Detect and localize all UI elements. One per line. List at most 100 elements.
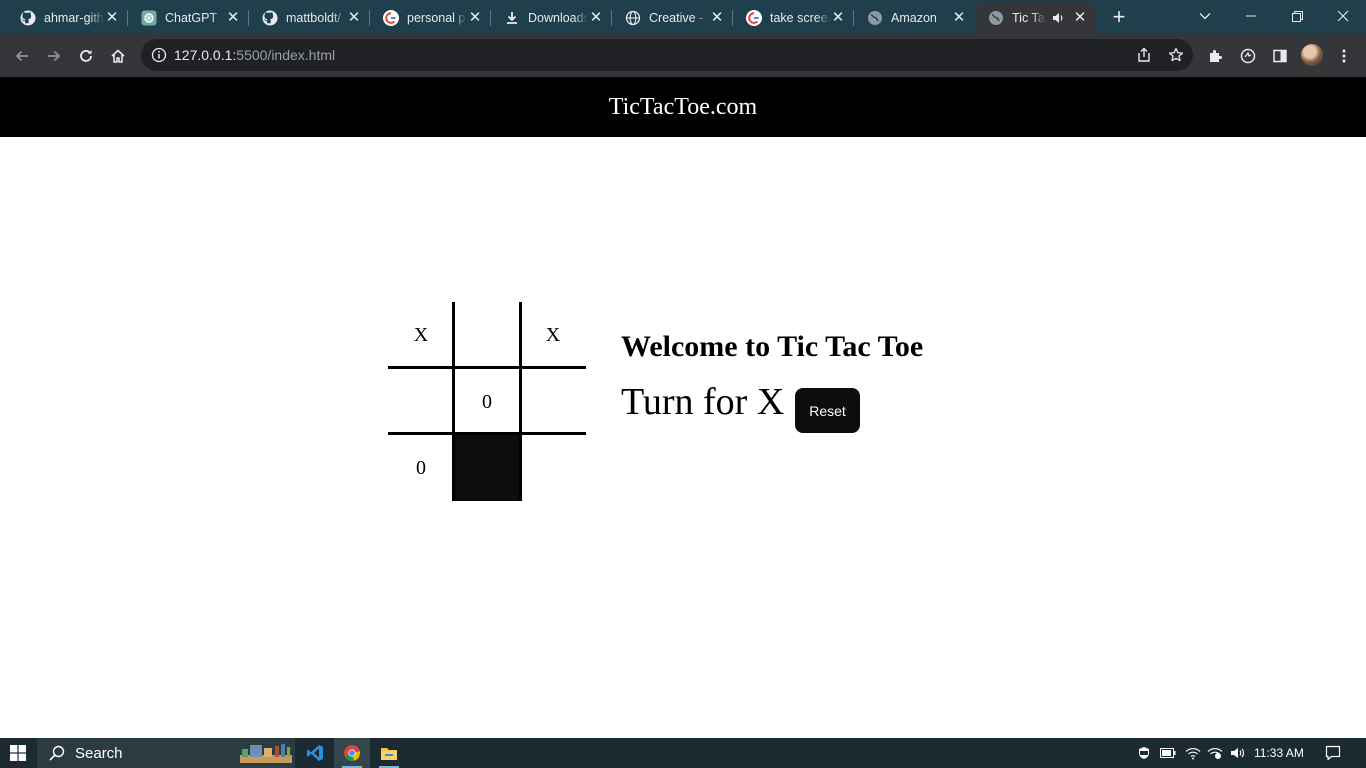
search-highlight-image-icon (240, 744, 292, 763)
tab-title: ChatGPT (165, 11, 225, 25)
arrow-left-icon (15, 50, 28, 62)
file-explorer-taskbar-button[interactable] (371, 738, 407, 768)
board-cell-8[interactable] (452, 435, 522, 501)
board-cell-3[interactable]: X (520, 302, 586, 368)
turn-status: Turn for X (621, 381, 785, 423)
tab-title: Downloads (528, 11, 588, 25)
start-button[interactable] (0, 738, 36, 768)
site-title: TicTacToe.com (608, 93, 758, 120)
close-tab-icon[interactable]: ✕ (830, 10, 846, 26)
close-tab-icon[interactable]: ✕ (346, 10, 362, 26)
home-button[interactable] (106, 44, 130, 68)
board-cell-1[interactable]: X (388, 302, 454, 368)
close-tab-icon[interactable]: ✕ (951, 10, 967, 26)
board-cell-6[interactable] (520, 369, 586, 435)
board-cell-5[interactable]: 0 (454, 369, 520, 435)
tab-title: mattboldt/ (286, 11, 346, 25)
reload-icon (80, 50, 92, 62)
close-tab-icon[interactable]: ✕ (1072, 10, 1088, 26)
forward-button[interactable] (42, 44, 66, 68)
tab-downloads[interactable]: Downloads ✕ (484, 2, 612, 34)
address-bar[interactable]: 127.0.0.1:5500/index.html (141, 39, 1193, 71)
close-tab-icon[interactable]: ✕ (467, 10, 483, 26)
google-icon (383, 10, 399, 26)
notifications-icon[interactable] (1322, 738, 1344, 768)
grid-line (519, 302, 522, 501)
tab-tic-tac-toe[interactable]: Tic Tac ✕ (976, 2, 1096, 34)
tab-title: Tic Tac (1012, 11, 1046, 25)
grid-line (388, 432, 586, 435)
tab-strip: ahmar-github ✕ ChatGPT ✕ mattboldt/ ✕ pe… (0, 0, 1366, 34)
taskbar: Search 11:33 AM (0, 738, 1366, 768)
board-cell-7[interactable]: 0 (388, 435, 454, 501)
tab-chatgpt[interactable]: ChatGPT ✕ (121, 2, 249, 34)
close-tab-icon[interactable]: ✕ (709, 10, 725, 26)
back-button[interactable] (10, 44, 34, 68)
google-icon (746, 10, 762, 26)
profile-avatar[interactable] (1301, 44, 1323, 66)
folder-icon (381, 748, 397, 760)
chevron-down-icon (1199, 13, 1211, 20)
share-icon[interactable] (1136, 47, 1152, 63)
tab-personal[interactable]: personal p ✕ (363, 2, 491, 34)
star-icon[interactable] (1168, 47, 1184, 63)
close-tab-icon[interactable]: ✕ (225, 10, 241, 26)
tab-title: Amazon (891, 11, 951, 25)
taskbar-search[interactable]: Search (37, 738, 295, 768)
speaker-icon[interactable] (1050, 10, 1066, 26)
board-cell-4[interactable] (388, 369, 454, 435)
close-tab-icon[interactable]: ✕ (588, 10, 604, 26)
wifi-icon[interactable] (1184, 738, 1202, 768)
browser-toolbar: 127.0.0.1:5500/index.html (0, 34, 1366, 77)
grid-line (388, 366, 586, 369)
close-tab-icon[interactable]: ✕ (104, 10, 120, 26)
tab-title: ahmar-github (44, 11, 104, 25)
windows-icon (10, 745, 26, 761)
arrow-right-icon (48, 50, 61, 62)
minimize-button[interactable] (1228, 0, 1274, 32)
chrome-taskbar-button[interactable] (334, 738, 370, 768)
close-window-button[interactable] (1320, 0, 1366, 32)
site-header: TicTacToe.com (0, 77, 1366, 137)
side-panel-button[interactable] (1268, 44, 1292, 68)
board-cell-2[interactable] (454, 302, 520, 368)
security-icon[interactable] (1136, 738, 1152, 768)
globe-icon (867, 10, 883, 26)
turn-row: Turn for X Reset (621, 380, 981, 433)
tab-title: Creative - S (649, 11, 709, 25)
volume-icon[interactable] (1229, 738, 1247, 768)
network-status-icon[interactable] (1206, 738, 1224, 768)
tab-mattboldt[interactable]: mattboldt/ ✕ (242, 2, 370, 34)
board-cell-9[interactable] (520, 435, 586, 501)
chatgpt-icon (141, 10, 157, 26)
refresh-circle-icon (1240, 48, 1256, 64)
reload-button[interactable] (74, 44, 98, 68)
info-icon[interactable] (151, 47, 167, 63)
restore-button[interactable] (1274, 0, 1320, 32)
info-panel: Welcome to Tic Tac Toe Turn for X Reset (621, 330, 923, 433)
extensions-button[interactable] (1204, 44, 1228, 68)
tab-ahmar-github[interactable]: ahmar-github ✕ (0, 2, 128, 34)
home-icon (111, 49, 125, 63)
tab-title: personal p (407, 11, 467, 25)
tab-amazon[interactable]: Amazon ✕ (847, 2, 975, 34)
kebab-menu-icon (1342, 49, 1346, 63)
taskbar-clock[interactable]: 11:33 AM (1254, 738, 1304, 768)
menu-button[interactable] (1332, 44, 1356, 68)
search-icon (49, 745, 65, 761)
new-tab-button[interactable]: + (1109, 6, 1129, 28)
tab-search-button[interactable] (1182, 0, 1228, 32)
tab-take-screenshot[interactable]: take screen ✕ (726, 2, 854, 34)
url-text[interactable]: 127.0.0.1:5500/index.html (174, 47, 335, 63)
battery-icon[interactable] (1159, 738, 1177, 768)
download-icon (504, 10, 520, 26)
github-icon (20, 10, 36, 26)
vscode-taskbar-button[interactable] (297, 738, 333, 768)
extension-button[interactable] (1236, 44, 1260, 68)
github-icon (262, 10, 278, 26)
reset-button[interactable]: Reset (795, 388, 860, 433)
globe-icon (988, 10, 1004, 26)
tab-title: take screen (770, 11, 830, 25)
tab-creative[interactable]: Creative - S ✕ (605, 2, 733, 34)
grid-line (452, 302, 455, 501)
